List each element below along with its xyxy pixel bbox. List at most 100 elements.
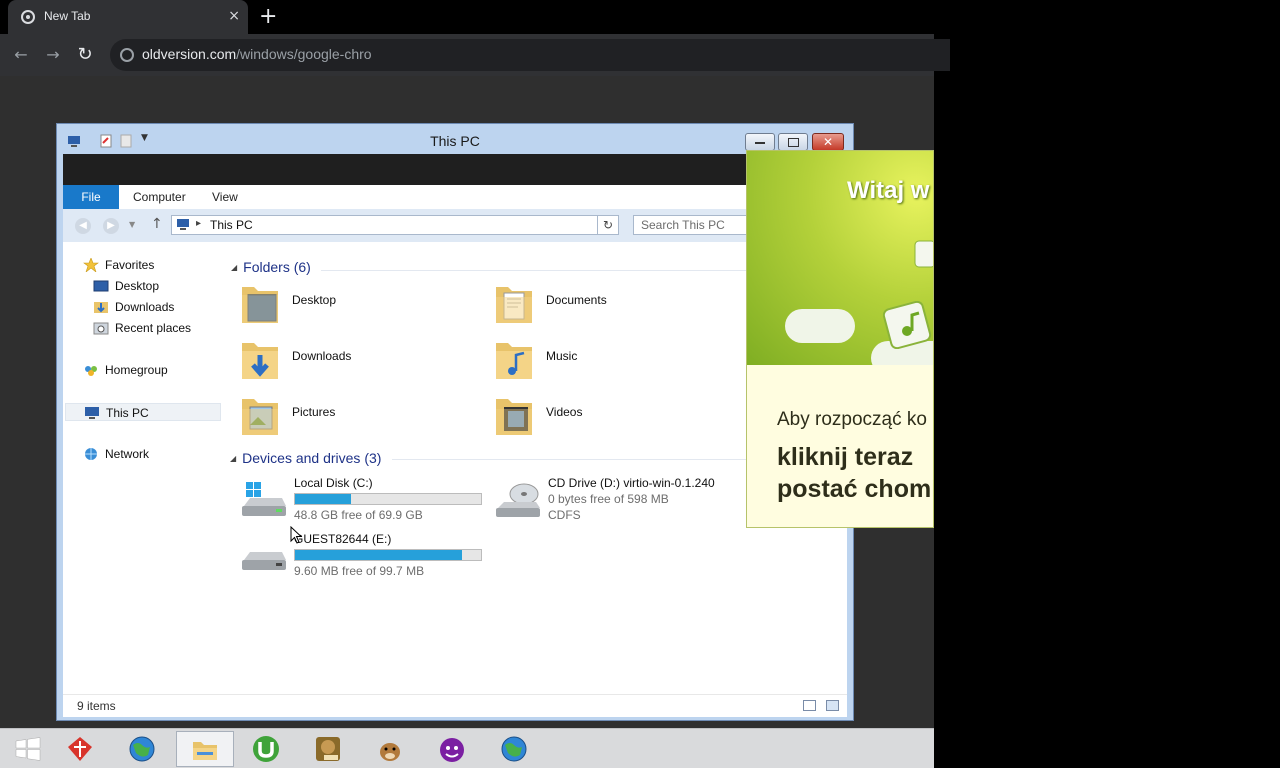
- tab-title: New Tab: [44, 9, 91, 23]
- group-divider: [392, 459, 752, 460]
- browser-toolbar: ← → ↻ oldversion.com/windows/google-chro: [0, 34, 950, 76]
- drive-name: GUEST82644 (E:): [294, 532, 392, 546]
- taskbar-app-browser[interactable]: [114, 731, 170, 767]
- drive-name: CD Drive (D:) virtio-win-0.1.240: [548, 476, 715, 490]
- ad-text-line1: Aby rozpocząć ko: [777, 409, 927, 430]
- cloud-icon: [785, 309, 855, 343]
- url-text: oldversion.com/windows/google-chro: [142, 46, 372, 62]
- forward-button[interactable]: →: [42, 44, 64, 66]
- drive-free-space: 0 bytes free of 598 MB: [548, 492, 669, 506]
- search-placeholder: Search This PC: [641, 218, 725, 232]
- taskbar-app-explorer[interactable]: [176, 731, 234, 767]
- utorrent-icon: [253, 736, 279, 762]
- folder-label: Documents: [546, 293, 607, 307]
- details-view-icon[interactable]: [803, 700, 816, 711]
- collapse-triangle-icon[interactable]: ◢: [230, 454, 236, 463]
- chrome-icon: [21, 10, 35, 24]
- taskbar: [0, 728, 934, 768]
- address-bar[interactable]: oldversion.com/windows/google-chro: [110, 39, 950, 71]
- tab-view[interactable]: View: [212, 185, 238, 209]
- folder-label: Music: [546, 349, 578, 363]
- browser-tab[interactable]: New Tab ×: [8, 0, 248, 34]
- folder-videos[interactable]: Videos: [494, 391, 714, 441]
- window-title: This PC: [430, 133, 480, 149]
- maximize-button[interactable]: [778, 133, 808, 151]
- drive-usage-fill: [295, 494, 351, 504]
- removable-drive-icon: [242, 552, 286, 570]
- desktop-folder-icon: [242, 287, 278, 323]
- documents-folder-icon: [496, 287, 532, 323]
- tab-file[interactable]: File: [63, 185, 119, 209]
- status-bar: 9 items: [63, 694, 847, 717]
- globe-browser-icon: [501, 736, 527, 762]
- taskbar-app-hamster[interactable]: [362, 731, 418, 767]
- yahoo-messenger-icon: [440, 738, 464, 762]
- drive-cd-d[interactable]: CD Drive (D:) virtio-win-0.1.240 0 bytes…: [494, 476, 754, 528]
- up-button[interactable]: ↑: [151, 216, 163, 232]
- close-button[interactable]: ✕: [812, 133, 844, 151]
- pictures-folder-icon: [242, 399, 278, 435]
- new-tab-button[interactable]: +: [259, 4, 277, 30]
- downloads-folder-icon: [242, 343, 278, 379]
- folder-desktop[interactable]: Desktop: [240, 279, 460, 329]
- popup-advertisement[interactable]: Witaj w Aby rozpocząć ko kliknij teraz p…: [746, 150, 934, 528]
- ribbon-area: [63, 154, 847, 185]
- url-host: oldversion.com: [142, 46, 237, 62]
- windows-start-icon: [15, 737, 41, 761]
- start-button[interactable]: [0, 731, 56, 767]
- explorer-address-bar[interactable]: ▸ This PC ⌄: [171, 215, 619, 235]
- recent-locations-icon[interactable]: ▼: [129, 220, 135, 229]
- folder-documents[interactable]: Documents: [494, 279, 714, 329]
- tab-computer[interactable]: Computer: [133, 185, 186, 209]
- folder-label: Downloads: [292, 349, 352, 363]
- gift-box-icon: [68, 737, 92, 761]
- cd-drive-icon: [496, 483, 540, 517]
- folder-label: Desktop: [292, 293, 337, 307]
- drive-filesystem: CDFS: [548, 508, 581, 522]
- refresh-button[interactable]: ↻: [597, 215, 619, 235]
- computer-icon: [177, 219, 189, 230]
- item-count: 9 items: [77, 699, 116, 713]
- devices-header-label: Devices and drives (3): [242, 450, 382, 466]
- drive-name: Local Disk (C:): [294, 476, 373, 490]
- reload-button[interactable]: ↻: [74, 44, 96, 66]
- taskbar-app-yahoo[interactable]: [424, 731, 480, 767]
- taskbar-app-utorrent[interactable]: [238, 731, 294, 767]
- mouse-cursor-icon: [290, 526, 302, 544]
- url-path: /windows/google-chro: [236, 46, 372, 62]
- drive-local-disk-c[interactable]: Local Disk (C:) 48.8 GB free of 69.9 GB: [240, 476, 490, 528]
- tab-close-button[interactable]: ×: [228, 8, 240, 24]
- folder-label: Pictures: [292, 405, 336, 419]
- ad-text-line2: kliknij teraz: [777, 443, 914, 471]
- globe-browser-icon: [129, 736, 155, 762]
- file-explorer-icon: [193, 742, 217, 760]
- items-view: Desktop Downloads Pictures Documents Mus…: [62, 241, 846, 693]
- game-box-icon: [316, 737, 340, 761]
- folder-downloads[interactable]: Downloads: [240, 335, 460, 385]
- taskbar-app-gift[interactable]: [52, 731, 108, 767]
- taskbar-app-game[interactable]: [300, 731, 356, 767]
- breadcrumb-this-pc[interactable]: This PC: [210, 218, 253, 232]
- drive-usage-bar: [294, 493, 482, 505]
- taskbar-app-browser-2[interactable]: [486, 731, 542, 767]
- devices-group-header[interactable]: ◢ Devices and drives (3): [230, 450, 381, 466]
- breadcrumb-separator[interactable]: ▸: [196, 218, 201, 229]
- windows-drive-icon: [242, 482, 286, 516]
- back-button[interactable]: ←: [10, 44, 32, 66]
- minimize-button[interactable]: [745, 133, 775, 151]
- large-icons-view-icon[interactable]: [826, 700, 839, 711]
- site-info-icon[interactable]: [120, 48, 134, 62]
- folder-pictures[interactable]: Pictures: [240, 391, 460, 441]
- drive-free-space: 9.60 MB free of 99.7 MB: [294, 564, 425, 578]
- explorer-forward-button[interactable]: ▶: [103, 218, 119, 234]
- music-box-icon: [883, 301, 932, 349]
- window-titlebar[interactable]: ▼ This PC ✕: [57, 124, 853, 154]
- drive-usage-bar: [294, 549, 482, 561]
- folder-label: Videos: [546, 405, 583, 419]
- drive-usage-fill: [295, 550, 463, 560]
- drive-guest-e[interactable]: GUEST82644 (E:) 9.60 MB free of 99.7 MB: [240, 532, 490, 584]
- ad-banner: Witaj w: [747, 151, 933, 365]
- explorer-back-button[interactable]: ◀: [75, 218, 91, 234]
- folder-music[interactable]: Music: [494, 335, 714, 385]
- ribbon-tabs: File Computer View: [63, 185, 847, 209]
